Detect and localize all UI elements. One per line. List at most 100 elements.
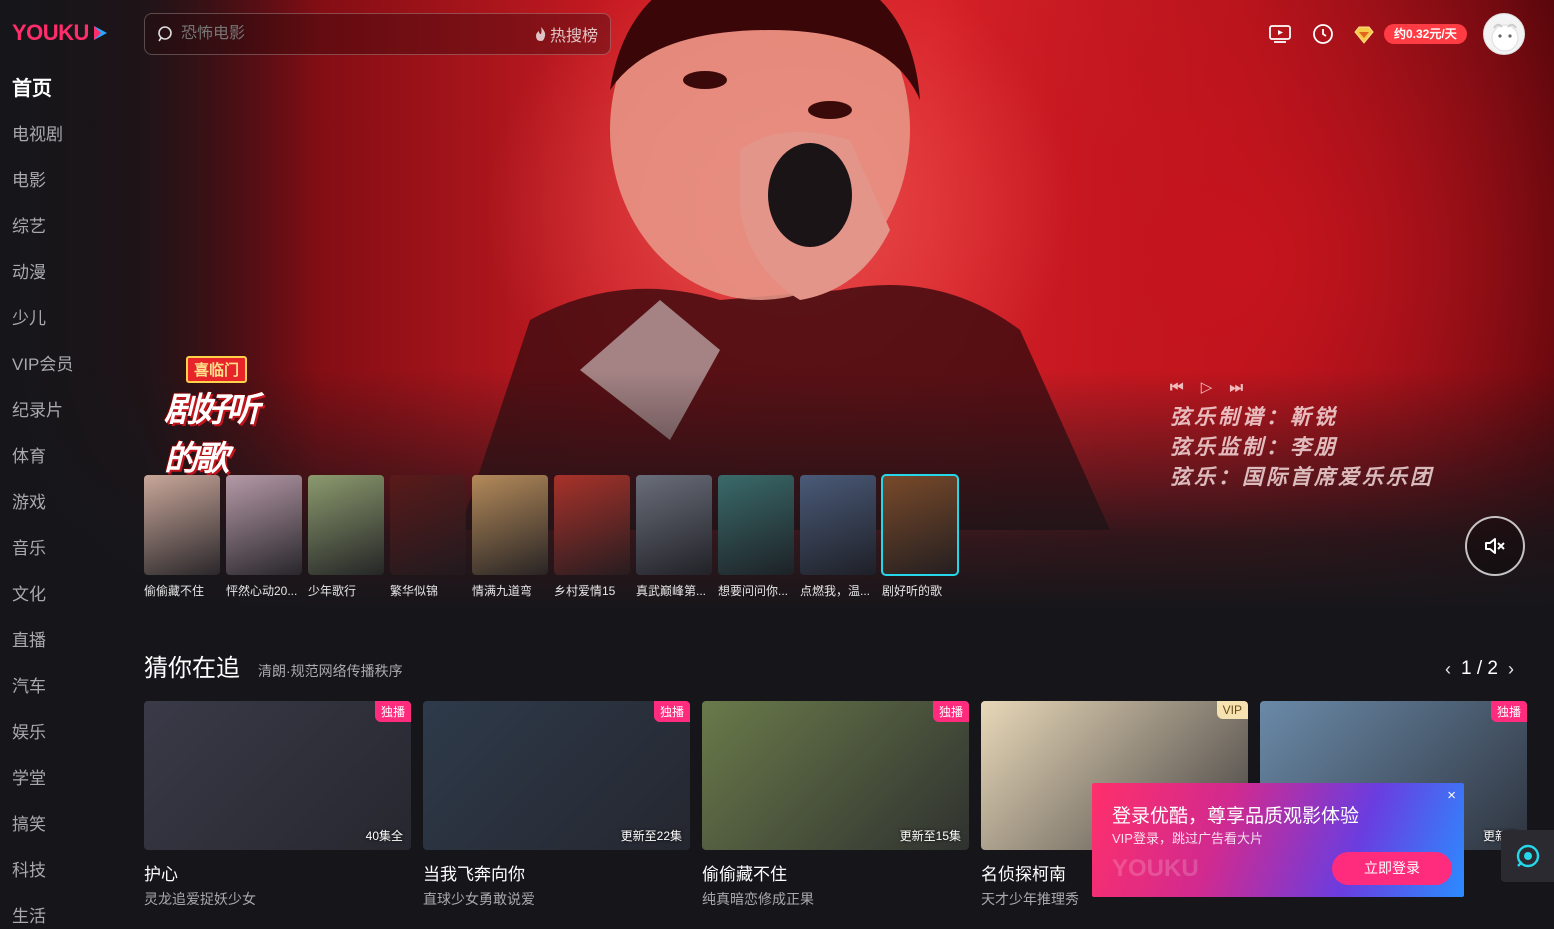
thumb-caption: 情满九道弯: [472, 584, 533, 598]
search-input[interactable]: [181, 25, 535, 43]
flame-icon: [535, 27, 546, 41]
hot-search-button[interactable]: 热搜榜: [535, 22, 598, 46]
popup-subtext: VIP登录，跳过广告看大片: [1112, 831, 1263, 846]
section-pager: ‹ 1 / 2 ›: [1445, 658, 1514, 680]
section-subtitle: 清朗·规范网络传播秩序: [258, 663, 403, 679]
logo-text: YOUKU: [12, 20, 89, 45]
hero-credits: ⏮ ▷ ⏭ 弦乐制谱：靳锐 弦乐监制：李朋 弦乐：国际首席爱乐乐团: [1170, 372, 1434, 492]
sidebar-item-movie[interactable]: 电影: [0, 158, 120, 204]
show-name: 剧好听的歌: [164, 390, 260, 479]
thumb-item[interactable]: 情满九道弯: [472, 475, 548, 599]
card-desc: 纯真暗恋修成正果: [702, 891, 814, 907]
vip-price-badge[interactable]: 约0.32元/天: [1384, 24, 1467, 44]
thumb-item[interactable]: 怦然心动20...: [226, 475, 302, 599]
sidebar-item-kids[interactable]: 少儿: [0, 296, 120, 342]
sidebar-item-culture[interactable]: 文化: [0, 572, 120, 618]
thumb-item[interactable]: 繁华似锦: [390, 475, 466, 599]
search-box[interactable]: 热搜榜: [144, 13, 611, 55]
user-avatar[interactable]: [1483, 13, 1525, 55]
thumb-poster: [718, 475, 794, 575]
section-header: 猜你在追 清朗·规范网络传播秩序: [144, 648, 403, 683]
episode-status: 40集全: [365, 829, 403, 843]
sidebar-item-variety[interactable]: 综艺: [0, 204, 120, 250]
mute-button[interactable]: [1465, 516, 1525, 576]
sidebar-item-live[interactable]: 直播: [0, 618, 120, 664]
speaker-muted-icon: [1485, 538, 1505, 554]
hero-singer-image: [460, 0, 1110, 530]
sidebar-item-games[interactable]: 游戏: [0, 480, 120, 526]
logo-play-icon: [93, 26, 107, 40]
thumb-caption: 少年歌行: [308, 584, 357, 598]
thumb-caption: 剧好听的歌: [882, 584, 943, 598]
sidebar-item-vip[interactable]: VIP会员: [0, 342, 120, 388]
floating-assistant-button[interactable]: [1501, 830, 1554, 882]
sidebar-item-tech[interactable]: 科技: [0, 848, 120, 894]
thumb-caption: 偷偷藏不住: [144, 584, 205, 598]
vip-diamond-icon[interactable]: [1352, 23, 1376, 47]
youku-logo[interactable]: YOUKU: [12, 20, 109, 46]
video-card[interactable]: 独播 更新至22集 当我飞奔向你 直球少女勇敢说爱: [423, 701, 690, 909]
card-badge: VIP: [1216, 701, 1248, 719]
thumb-item[interactable]: 点燃我，温...: [800, 475, 876, 599]
sidebar-item-sports[interactable]: 体育: [0, 434, 120, 480]
card-badge: 独播: [1490, 701, 1527, 722]
sidebar-item-home[interactable]: 首页: [0, 66, 120, 112]
popup-heading: 登录优酷，尊享品质观影体验: [1112, 806, 1360, 827]
card-desc: 直球少女勇敢说爱: [423, 891, 535, 907]
thumb-poster: [554, 475, 630, 575]
sidebar-item-documentary[interactable]: 纪录片: [0, 388, 120, 434]
episode-status: 更新至15集: [899, 829, 961, 843]
card-title: 护心: [144, 865, 178, 884]
thumb-poster: [390, 475, 466, 575]
sidebar-item-learning[interactable]: 学堂: [0, 756, 120, 802]
next-page-icon[interactable]: ›: [1508, 659, 1514, 680]
episode-status: 更新至22集: [620, 829, 682, 843]
hero-thumb-strip: 偷偷藏不住 怦然心动20... 少年歌行 繁华似锦 情满九道弯 乡村爱情15 真武巅峰第..…: [144, 474, 959, 599]
credit-line: 弦乐：国际首席爱乐乐团: [1170, 464, 1434, 489]
card-poster: 独播更新至15集: [702, 701, 969, 850]
thumb-item[interactable]: 少年歌行: [308, 475, 384, 599]
thumb-caption: 真武巅峰第...: [636, 584, 707, 598]
assistant-icon: [1516, 844, 1539, 868]
thumb-poster: [226, 475, 302, 575]
sidebar-item-life[interactable]: 生活: [0, 894, 120, 929]
top-bar: YOUKU 热搜榜 约0.32元/天: [0, 0, 1554, 66]
thumb-poster: [308, 475, 384, 575]
thumb-item[interactable]: 偷偷藏不住: [144, 475, 220, 599]
show-brand-badge: 喜临门: [186, 356, 248, 383]
sidebar-item-funny[interactable]: 搞笑: [0, 802, 120, 848]
card-badge: 独播: [653, 701, 690, 722]
sidebar-item-auto[interactable]: 汽车: [0, 664, 120, 710]
thumb-poster: [800, 475, 876, 575]
thumb-item[interactable]: 想要问问你...: [718, 475, 794, 599]
section-title: 猜你在追: [144, 655, 240, 682]
credit-line: 弦乐监制：李朋: [1170, 434, 1338, 459]
sidebar-item-music[interactable]: 音乐: [0, 526, 120, 572]
avatar-face-icon: [1491, 23, 1519, 52]
thumb-item[interactable]: 真武巅峰第...: [636, 475, 712, 599]
playback-glyphs-icon: ⏮ ▷ ⏭: [1170, 378, 1249, 396]
thumb-poster: [636, 475, 712, 575]
thumb-caption: 乡村爱情15: [554, 584, 616, 598]
history-clock-icon[interactable]: [1311, 22, 1335, 46]
sidebar-item-entertainment[interactable]: 娱乐: [0, 710, 120, 756]
thumb-poster: [881, 474, 959, 576]
card-title: 偷偷藏不住: [702, 865, 787, 884]
card-badge: 独播: [932, 701, 969, 722]
video-card[interactable]: 独播更新至15集偷偷藏不住纯真暗恋修成正果: [702, 701, 969, 909]
card-poster: 独播 40集全: [144, 701, 411, 850]
video-card[interactable]: 独播 40集全护心灵龙追爱捉妖少女: [144, 701, 411, 909]
prev-page-icon[interactable]: ‹: [1445, 659, 1451, 680]
close-icon[interactable]: ×: [1447, 787, 1456, 804]
screen-cast-icon[interactable]: [1268, 22, 1292, 46]
thumb-item[interactable]: 剧好听的歌: [881, 474, 959, 599]
show-logo: 喜临门 剧好听的歌: [162, 352, 278, 479]
thumb-item[interactable]: 乡村爱情15: [554, 475, 630, 599]
sidebar-nav: 首页 电视剧 电影 综艺 动漫 少儿 VIP会员 纪录片 体育 游戏 音乐 文化…: [0, 66, 120, 929]
card-desc: 灵龙追爱捉妖少女: [144, 891, 256, 907]
sidebar-item-tv[interactable]: 电视剧: [0, 112, 120, 158]
login-now-button[interactable]: 立即登录: [1332, 852, 1452, 885]
card-badge: 独播: [374, 701, 411, 722]
sidebar-item-anime[interactable]: 动漫: [0, 250, 120, 296]
thumb-caption: 怦然心动20...: [226, 584, 298, 598]
